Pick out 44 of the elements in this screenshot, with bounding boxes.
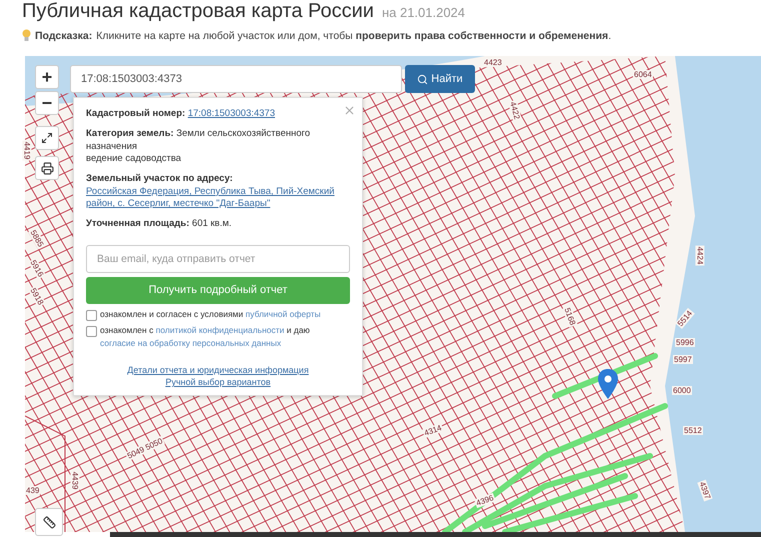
parcel-number: 6000 bbox=[672, 386, 692, 395]
lightbulb-icon bbox=[22, 29, 31, 42]
parcel-field: Уточненная площадь: 601 кв.м. bbox=[86, 218, 350, 231]
hint-text: Кликните на карте на любой участок или дом, чтобы проверить права собственности и обременения. bbox=[96, 30, 612, 42]
info-link[interactable]: Детали отчета и юридическая информация bbox=[127, 365, 309, 376]
parcel-number: 4424 bbox=[695, 246, 704, 266]
printer-icon bbox=[40, 162, 54, 174]
agreement-text: ознакомлен и согласен с условиями публичной оферты bbox=[100, 308, 321, 320]
ruler-icon bbox=[42, 516, 56, 528]
search-icon bbox=[417, 74, 428, 84]
parcel-number: 4423 bbox=[483, 58, 503, 67]
agreement-link[interactable]: согласие на обработку персональных данных bbox=[100, 338, 282, 348]
parcel-number: 5997 bbox=[673, 355, 693, 364]
parcel-number: 4419 bbox=[22, 140, 32, 160]
find-button[interactable]: Найти bbox=[405, 65, 475, 93]
parcel-number: 5996 bbox=[675, 338, 695, 347]
checkbox[interactable] bbox=[86, 310, 97, 321]
parcel-field: Кадастровый номер: 17:08:1503003:4373 bbox=[86, 108, 350, 120]
map-pin-icon bbox=[597, 368, 619, 400]
parcel-number: 4439 bbox=[70, 470, 80, 490]
info-link[interactable]: Ручной выбор вариантов bbox=[165, 377, 271, 388]
search-field[interactable]: 17:08:1503003:4373 bbox=[70, 65, 402, 93]
expand-icon bbox=[41, 132, 53, 144]
email-field[interactable]: Ваш email, куда отправить отчет bbox=[86, 244, 350, 273]
fullscreen-button[interactable] bbox=[35, 126, 59, 150]
agreement-link[interactable]: публичной оферты bbox=[246, 308, 321, 319]
parcel-field: Категория земель: Земли сельскохозяйственного назначения ведение садоводства bbox=[86, 128, 350, 166]
parcel-number: 6064 bbox=[633, 70, 653, 79]
parcel-field: Земельный участок по адресу: Российская Федерация, Республика Тыва, Пий-Хемский район, с. Сесерлиг, местечко "Даг-Баары" bbox=[86, 173, 350, 210]
agreement-link[interactable]: политикой конфиденциальности bbox=[156, 324, 284, 335]
parcel-number: 5512 bbox=[683, 426, 703, 435]
get-report-button[interactable]: Получить подробный отчет bbox=[86, 276, 350, 304]
zoom-in-button[interactable]: + bbox=[35, 65, 59, 89]
field-link[interactable]: Российская Федерация, Республика Тыва, Пий-Хемский район, с. Сесерлиг, местечко "Даг-Баары" bbox=[86, 186, 336, 210]
zoom-out-button[interactable]: − bbox=[35, 91, 59, 115]
checkbox[interactable] bbox=[86, 326, 97, 337]
field-link[interactable]: 17:08:1503003:4373 bbox=[188, 108, 275, 120]
hint-label: Подсказка: bbox=[35, 30, 92, 42]
print-button[interactable] bbox=[35, 156, 59, 180]
ruler-button[interactable] bbox=[35, 508, 63, 536]
date-label: на 21.01.2024 bbox=[382, 5, 466, 20]
page-title: Публичная кадастровая карта России bbox=[22, 0, 374, 22]
agreement-text: ознакомлен с политикой конфиденциальности и даю согласие на обработку персональных данных bbox=[100, 324, 311, 350]
parcel-number: 439 bbox=[25, 486, 40, 495]
